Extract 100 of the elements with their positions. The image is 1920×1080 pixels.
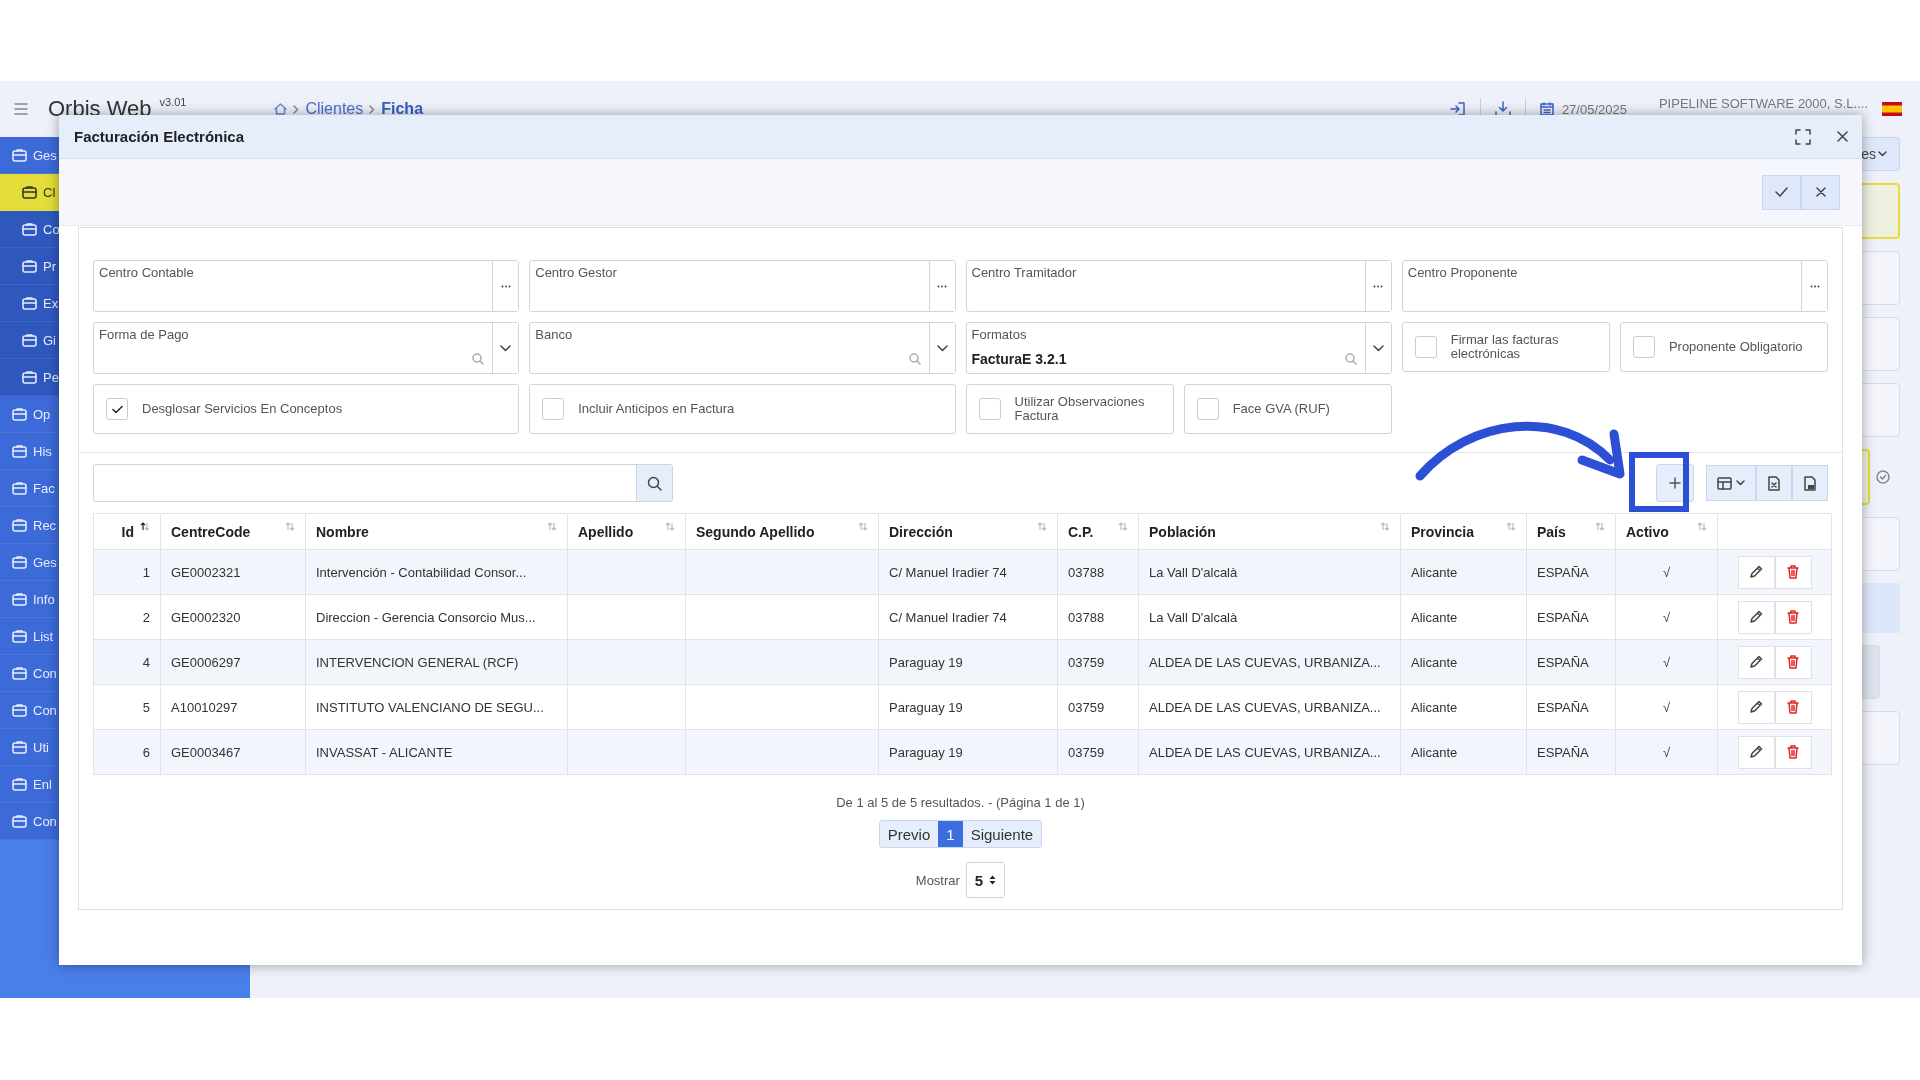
table-cell: √	[1662, 654, 1671, 670]
table-cell: GE0003467	[171, 744, 241, 760]
table-cell: √	[1662, 609, 1671, 625]
checkbox-option[interactable]: Utilizar Observaciones Factura	[965, 384, 1174, 434]
table-cell: ESPAÑA	[1537, 609, 1589, 625]
trash-icon	[1787, 655, 1799, 669]
checkbox-option[interactable]: Firmar las facturas electrónicas	[1401, 322, 1610, 372]
search-button[interactable]	[636, 465, 672, 501]
calendar-icon[interactable]	[1539, 102, 1554, 116]
delete-button[interactable]	[1774, 600, 1812, 634]
menu-icon[interactable]	[14, 103, 28, 115]
cancel-button[interactable]	[1801, 174, 1840, 210]
column-header[interactable]: Activo	[1615, 513, 1718, 550]
checkbox-option[interactable]: Desglosar Servicios En Conceptos	[93, 384, 520, 434]
table-cell: La Vall D'alcalà	[1149, 564, 1238, 580]
sort-icon[interactable]	[140, 521, 150, 531]
table-cell: Paraguay 19	[889, 699, 963, 715]
highlight-frame	[1629, 452, 1689, 512]
column-header[interactable]: CentreCode	[160, 513, 306, 550]
checkbox-label: Incluir Anticipos en Factura	[578, 401, 735, 417]
delete-button[interactable]	[1774, 645, 1812, 679]
date-label: 27/05/2025	[1561, 101, 1627, 117]
column-header[interactable]: Segundo Apellido	[685, 513, 879, 550]
table-cell: INSTITUTO VALENCIANO DE SEGU...	[316, 699, 544, 715]
home-icon[interactable]	[274, 103, 288, 115]
page-button[interactable]: 1	[938, 821, 963, 847]
column-header[interactable]: País	[1526, 513, 1616, 550]
column-header[interactable]: Dirección	[878, 513, 1058, 550]
edit-button[interactable]	[1737, 735, 1775, 769]
checkbox[interactable]	[1414, 336, 1437, 358]
checkbox-option[interactable]: Proponente Obligatorio	[1619, 322, 1828, 372]
menu-item-icon	[22, 185, 37, 199]
table-icon	[1717, 476, 1732, 490]
column-header[interactable]: Provincia	[1400, 513, 1527, 550]
checkbox-option[interactable]: Face GVA (RUF)	[1183, 384, 1392, 434]
chevron-icon	[293, 104, 300, 114]
confirm-button[interactable]	[1762, 174, 1801, 210]
table-cell: C/ Manuel Iradier 74	[889, 564, 1007, 580]
table-cell: 6	[142, 744, 150, 760]
excel-export-button[interactable]	[1756, 465, 1792, 501]
dialog-title: Facturación Electrónica	[74, 128, 245, 145]
page-size-select[interactable]: 5	[965, 862, 1006, 898]
table-cell: 03759	[1068, 654, 1105, 670]
checkbox-label: Face GVA (RUF)	[1232, 401, 1330, 417]
table-cell: √	[1662, 744, 1671, 760]
checkmark-icon	[111, 404, 123, 414]
table-cell: GE0002320	[171, 609, 241, 625]
checkbox[interactable]	[106, 398, 128, 420]
checkbox[interactable]	[542, 398, 565, 420]
edit-button[interactable]	[1737, 645, 1775, 679]
column-header[interactable]: Apellido	[567, 513, 686, 550]
checkbox-option[interactable]: Incluir Anticipos en Factura	[529, 384, 956, 434]
document-file-icon	[1803, 475, 1817, 491]
maximize-icon[interactable]	[1795, 128, 1811, 145]
table-cell: 5	[142, 699, 150, 715]
search-field[interactable]	[93, 464, 673, 502]
menu-item-icon	[22, 333, 37, 347]
table-cell: 1	[142, 564, 150, 580]
trash-icon	[1787, 565, 1799, 579]
menu-item-icon	[12, 481, 27, 495]
edit-button[interactable]	[1737, 600, 1775, 634]
previous-page-button[interactable]: Previo	[879, 821, 939, 847]
checkbox[interactable]	[978, 398, 1001, 420]
pdf-export-button[interactable]	[1792, 465, 1828, 501]
table-cell: 03788	[1068, 609, 1105, 625]
menu-item-icon	[22, 370, 37, 384]
close-icon[interactable]	[1837, 131, 1848, 142]
breadcrumb-link[interactable]: Ficha	[381, 100, 424, 118]
delete-button[interactable]	[1774, 690, 1812, 724]
chevron-down-icon	[1878, 151, 1887, 157]
table-cell: INVASSAT - ALICANTE	[316, 744, 453, 760]
table-cell: ALDEA DE LAS CUEVAS, URBANIZA...	[1149, 699, 1381, 715]
columns-button[interactable]	[1706, 465, 1756, 501]
table-cell: ALDEA DE LAS CUEVAS, URBANIZA...	[1149, 654, 1381, 670]
pencil-icon	[1749, 700, 1763, 714]
column-header[interactable]: Nombre	[305, 513, 568, 550]
sort-arrows-icon	[989, 875, 997, 885]
delete-button[interactable]	[1774, 555, 1812, 589]
table-cell: ESPAÑA	[1537, 699, 1589, 715]
table-cell: ESPAÑA	[1537, 744, 1589, 760]
checkbox[interactable]	[1196, 398, 1219, 420]
sign-in-icon[interactable]	[1449, 101, 1466, 117]
table-cell: GE0002321	[171, 564, 241, 580]
checkbox[interactable]	[1632, 336, 1655, 358]
close-icon	[1815, 187, 1826, 197]
delete-button[interactable]	[1774, 735, 1812, 769]
column-header[interactable]: Id	[93, 513, 161, 550]
menu-item-icon	[22, 296, 37, 310]
spreadsheet-file-icon	[1768, 475, 1780, 491]
trash-icon	[1787, 745, 1799, 759]
edit-button[interactable]	[1737, 555, 1775, 589]
table-cell: C/ Manuel Iradier 74	[889, 609, 1007, 625]
edit-button[interactable]	[1737, 690, 1775, 724]
checkbox-label: Firmar las facturas electrónicas	[1450, 332, 1560, 362]
breadcrumb-link[interactable]: Clientes	[305, 100, 364, 118]
column-header[interactable]: C.P.	[1057, 513, 1139, 550]
column-header[interactable]: Población	[1138, 513, 1401, 550]
menu-item-icon	[22, 222, 37, 236]
caret-icon	[1736, 480, 1745, 486]
next-page-button[interactable]: Siguiente	[962, 821, 1042, 847]
